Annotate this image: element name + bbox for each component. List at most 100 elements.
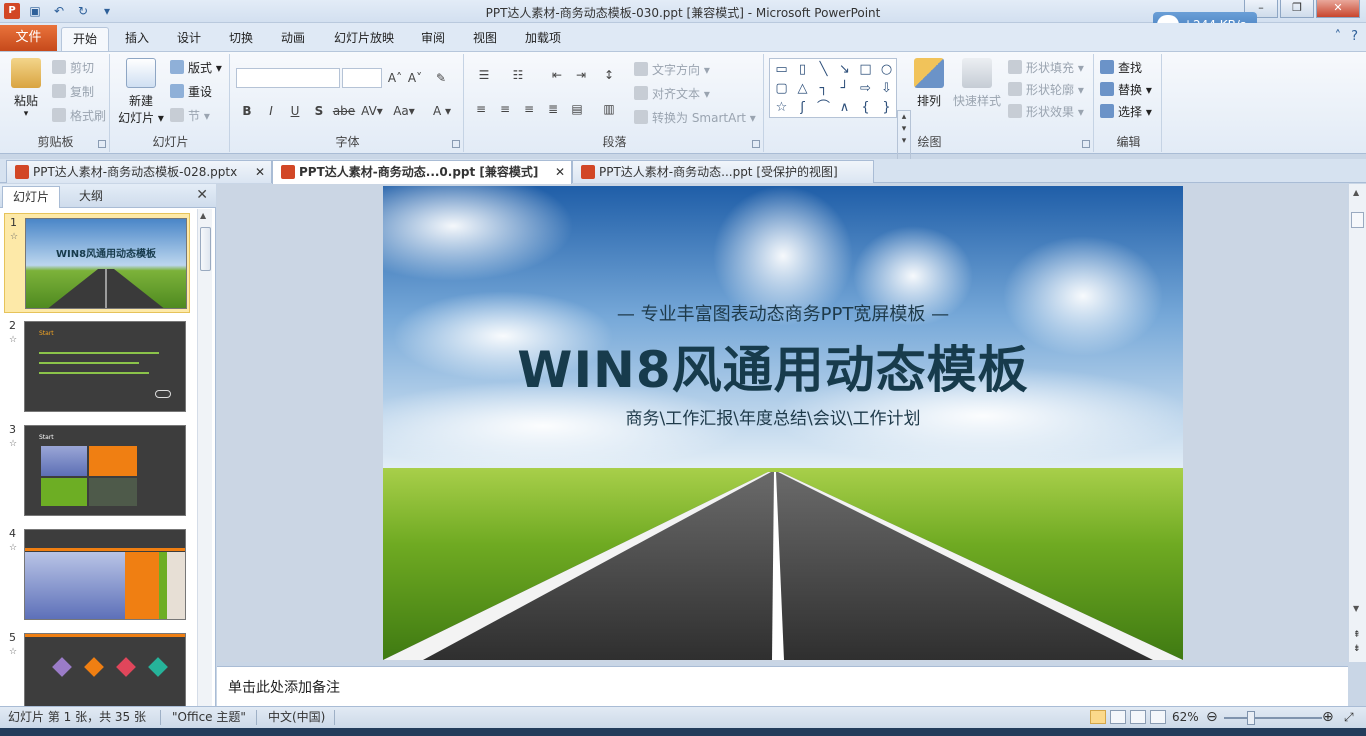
triangle-shape-icon[interactable]: △: [793, 80, 812, 98]
close-tab-icon[interactable]: ✕: [555, 161, 565, 183]
close-pane-icon[interactable]: ✕: [196, 187, 208, 203]
bold-button[interactable]: B: [238, 102, 256, 120]
document-tab-1[interactable]: PPT达人素材-商务动态模板-028.pptx ✕: [6, 160, 272, 183]
italic-button[interactable]: I: [262, 102, 280, 120]
left-brace-shape-icon[interactable]: {: [856, 99, 875, 117]
text-direction-button[interactable]: 文字方向 ▾: [634, 60, 710, 80]
align-right-icon[interactable]: ≡: [520, 100, 538, 118]
tab-outline[interactable]: 大纲: [62, 186, 120, 208]
zoom-in-icon[interactable]: ⊕: [1322, 707, 1334, 727]
slide-title[interactable]: WIN8风通用动态模板: [383, 330, 1163, 402]
font-size-combo[interactable]: [342, 68, 382, 88]
char-spacing-button[interactable]: AV▾: [358, 102, 386, 120]
slide-thumbnail-2[interactable]: 2 ☆ Start: [4, 317, 190, 417]
quick-styles-button[interactable]: 快速样式: [952, 58, 1002, 109]
justify-icon[interactable]: ≣: [544, 100, 562, 118]
scrollbar-thumb[interactable]: [200, 227, 211, 271]
tab-view[interactable]: 视图: [464, 27, 506, 51]
shrink-font-button[interactable]: A˅: [406, 69, 424, 87]
shadow-button[interactable]: S: [310, 102, 328, 120]
shape-outline-button[interactable]: 形状轮廓 ▾: [1008, 80, 1084, 100]
fit-to-window-icon[interactable]: ⤢: [1344, 707, 1354, 727]
zoom-level-text[interactable]: 62%: [1172, 707, 1199, 727]
tab-home[interactable]: 开始: [61, 27, 109, 51]
clear-format-button[interactable]: ✎: [432, 69, 450, 87]
curve-shape-icon[interactable]: ⌒: [814, 99, 833, 117]
bullets-icon[interactable]: ☰: [472, 66, 496, 84]
shape-effects-button[interactable]: 形状效果 ▾: [1008, 102, 1084, 122]
textbox-shape-icon[interactable]: ▭: [772, 61, 791, 79]
select-button[interactable]: 选择 ▾: [1100, 102, 1152, 122]
elbow-arrow-icon[interactable]: ┘: [835, 80, 854, 98]
grow-font-button[interactable]: A˄: [386, 69, 404, 87]
find-button[interactable]: 查找: [1100, 58, 1142, 78]
arrange-button[interactable]: 排列: [910, 58, 948, 109]
drawing-launcher-icon[interactable]: [1082, 140, 1090, 148]
distributed-icon[interactable]: ▤: [568, 100, 586, 118]
rounded-rect-shape-icon[interactable]: ▢: [772, 80, 791, 98]
scroll-down-icon[interactable]: ▼: [1353, 604, 1359, 613]
vertical-textbox-shape-icon[interactable]: ▯: [793, 61, 812, 79]
replace-button[interactable]: 替换 ▾: [1100, 80, 1152, 100]
section-button[interactable]: 节 ▾: [170, 106, 210, 126]
document-tab-3[interactable]: PPT达人素材-商务动态...ppt [受保护的视图]: [572, 160, 874, 183]
down-arrow-shape-icon[interactable]: ⇩: [877, 80, 896, 98]
new-slide-button[interactable]: 新建 幻灯片 ▾: [116, 58, 166, 126]
tab-slides[interactable]: 幻灯片: [2, 186, 60, 208]
elbow-connector-icon[interactable]: ┐: [814, 80, 833, 98]
reading-view-icon[interactable]: [1130, 710, 1146, 724]
oval-shape-icon[interactable]: ○: [877, 61, 896, 79]
slide-thumbnail-5[interactable]: 5 ☆: [4, 629, 190, 706]
clipboard-launcher-icon[interactable]: [98, 140, 106, 148]
rectangle-shape-icon[interactable]: □: [856, 61, 875, 79]
reset-button[interactable]: 重设: [170, 82, 212, 102]
right-brace-shape-icon[interactable]: }: [877, 99, 896, 117]
right-arrow-shape-icon[interactable]: ⇨: [856, 80, 875, 98]
zoom-slider[interactable]: [1224, 717, 1322, 719]
scroll-up-icon[interactable]: ▲: [1353, 188, 1359, 197]
align-left-icon[interactable]: ≡: [472, 100, 490, 118]
document-tab-2[interactable]: PPT达人素材-商务动态...0.ppt [兼容模式] ✕: [272, 160, 572, 184]
font-name-combo[interactable]: [236, 68, 340, 88]
line-spacing-icon[interactable]: ↕: [600, 66, 618, 84]
change-case-button[interactable]: Aa▾: [390, 102, 418, 120]
tab-review[interactable]: 审阅: [412, 27, 454, 51]
zoom-out-icon[interactable]: ⊖: [1206, 707, 1218, 727]
strikethrough-button[interactable]: abe: [332, 102, 356, 120]
underline-button[interactable]: U: [286, 102, 304, 120]
columns-icon[interactable]: ▥: [600, 100, 618, 118]
tab-slideshow[interactable]: 幻灯片放映: [325, 27, 403, 51]
theme-name-text[interactable]: "Office 主题": [172, 707, 246, 727]
paste-button[interactable]: 粘贴 ▾: [6, 58, 46, 119]
slide-scrollbar[interactable]: ▲ ▼ ⇞ ⇟: [1348, 184, 1366, 662]
align-center-icon[interactable]: ≡: [496, 100, 514, 118]
increase-indent-icon[interactable]: ⇥: [572, 66, 590, 84]
slideshow-view-icon[interactable]: [1150, 710, 1166, 724]
cut-button[interactable]: 剪切: [52, 58, 94, 78]
slide-thumbnail-1[interactable]: 1 ☆ WIN8风通用动态模板: [4, 213, 190, 313]
current-slide[interactable]: — 专业丰富图表动态商务PPT宽屏模板 — WIN8风通用动态模板 商务\工作汇…: [383, 186, 1183, 660]
decrease-indent-icon[interactable]: ⇤: [548, 66, 566, 84]
restore-button[interactable]: ❐: [1280, 0, 1314, 18]
shape-fill-button[interactable]: 形状填充 ▾: [1008, 58, 1084, 78]
slide-sorter-view-icon[interactable]: [1110, 710, 1126, 724]
minimize-ribbon-icon[interactable]: ˄: [1335, 29, 1342, 44]
paragraph-launcher-icon[interactable]: [752, 140, 760, 148]
scrollbar-thumb[interactable]: [1351, 212, 1364, 228]
scroll-up-icon[interactable]: ▲: [200, 211, 206, 220]
font-launcher-icon[interactable]: [452, 140, 460, 148]
shapes-gallery[interactable]: ▭ ▯ ╲ ↘ □ ○ ▢ △ ┐ ┘ ⇨ ⇩ ☆ ʃ ⌒ ∧ { }: [769, 58, 897, 118]
tab-addins[interactable]: 加载项: [516, 27, 570, 51]
slides-pane-scrollbar[interactable]: ▲: [197, 209, 212, 706]
hook-shape-icon[interactable]: ʃ: [793, 99, 812, 117]
close-tab-icon[interactable]: ✕: [255, 161, 265, 183]
star-shape-icon[interactable]: ☆: [772, 99, 791, 117]
convert-smartart-button[interactable]: 转换为 SmartArt ▾: [634, 108, 756, 128]
tab-file[interactable]: 文件: [0, 25, 57, 51]
slide-thumbnail-4[interactable]: 4 ☆: [4, 525, 190, 625]
help-icon[interactable]: ?: [1351, 29, 1358, 44]
align-text-button[interactable]: 对齐文本 ▾: [634, 84, 710, 104]
slide-subtitle[interactable]: — 专业丰富图表动态商务PPT宽屏模板 —: [383, 300, 1183, 326]
line-shape-icon[interactable]: ╲: [814, 61, 833, 79]
format-painter-button[interactable]: 格式刷: [52, 106, 106, 126]
